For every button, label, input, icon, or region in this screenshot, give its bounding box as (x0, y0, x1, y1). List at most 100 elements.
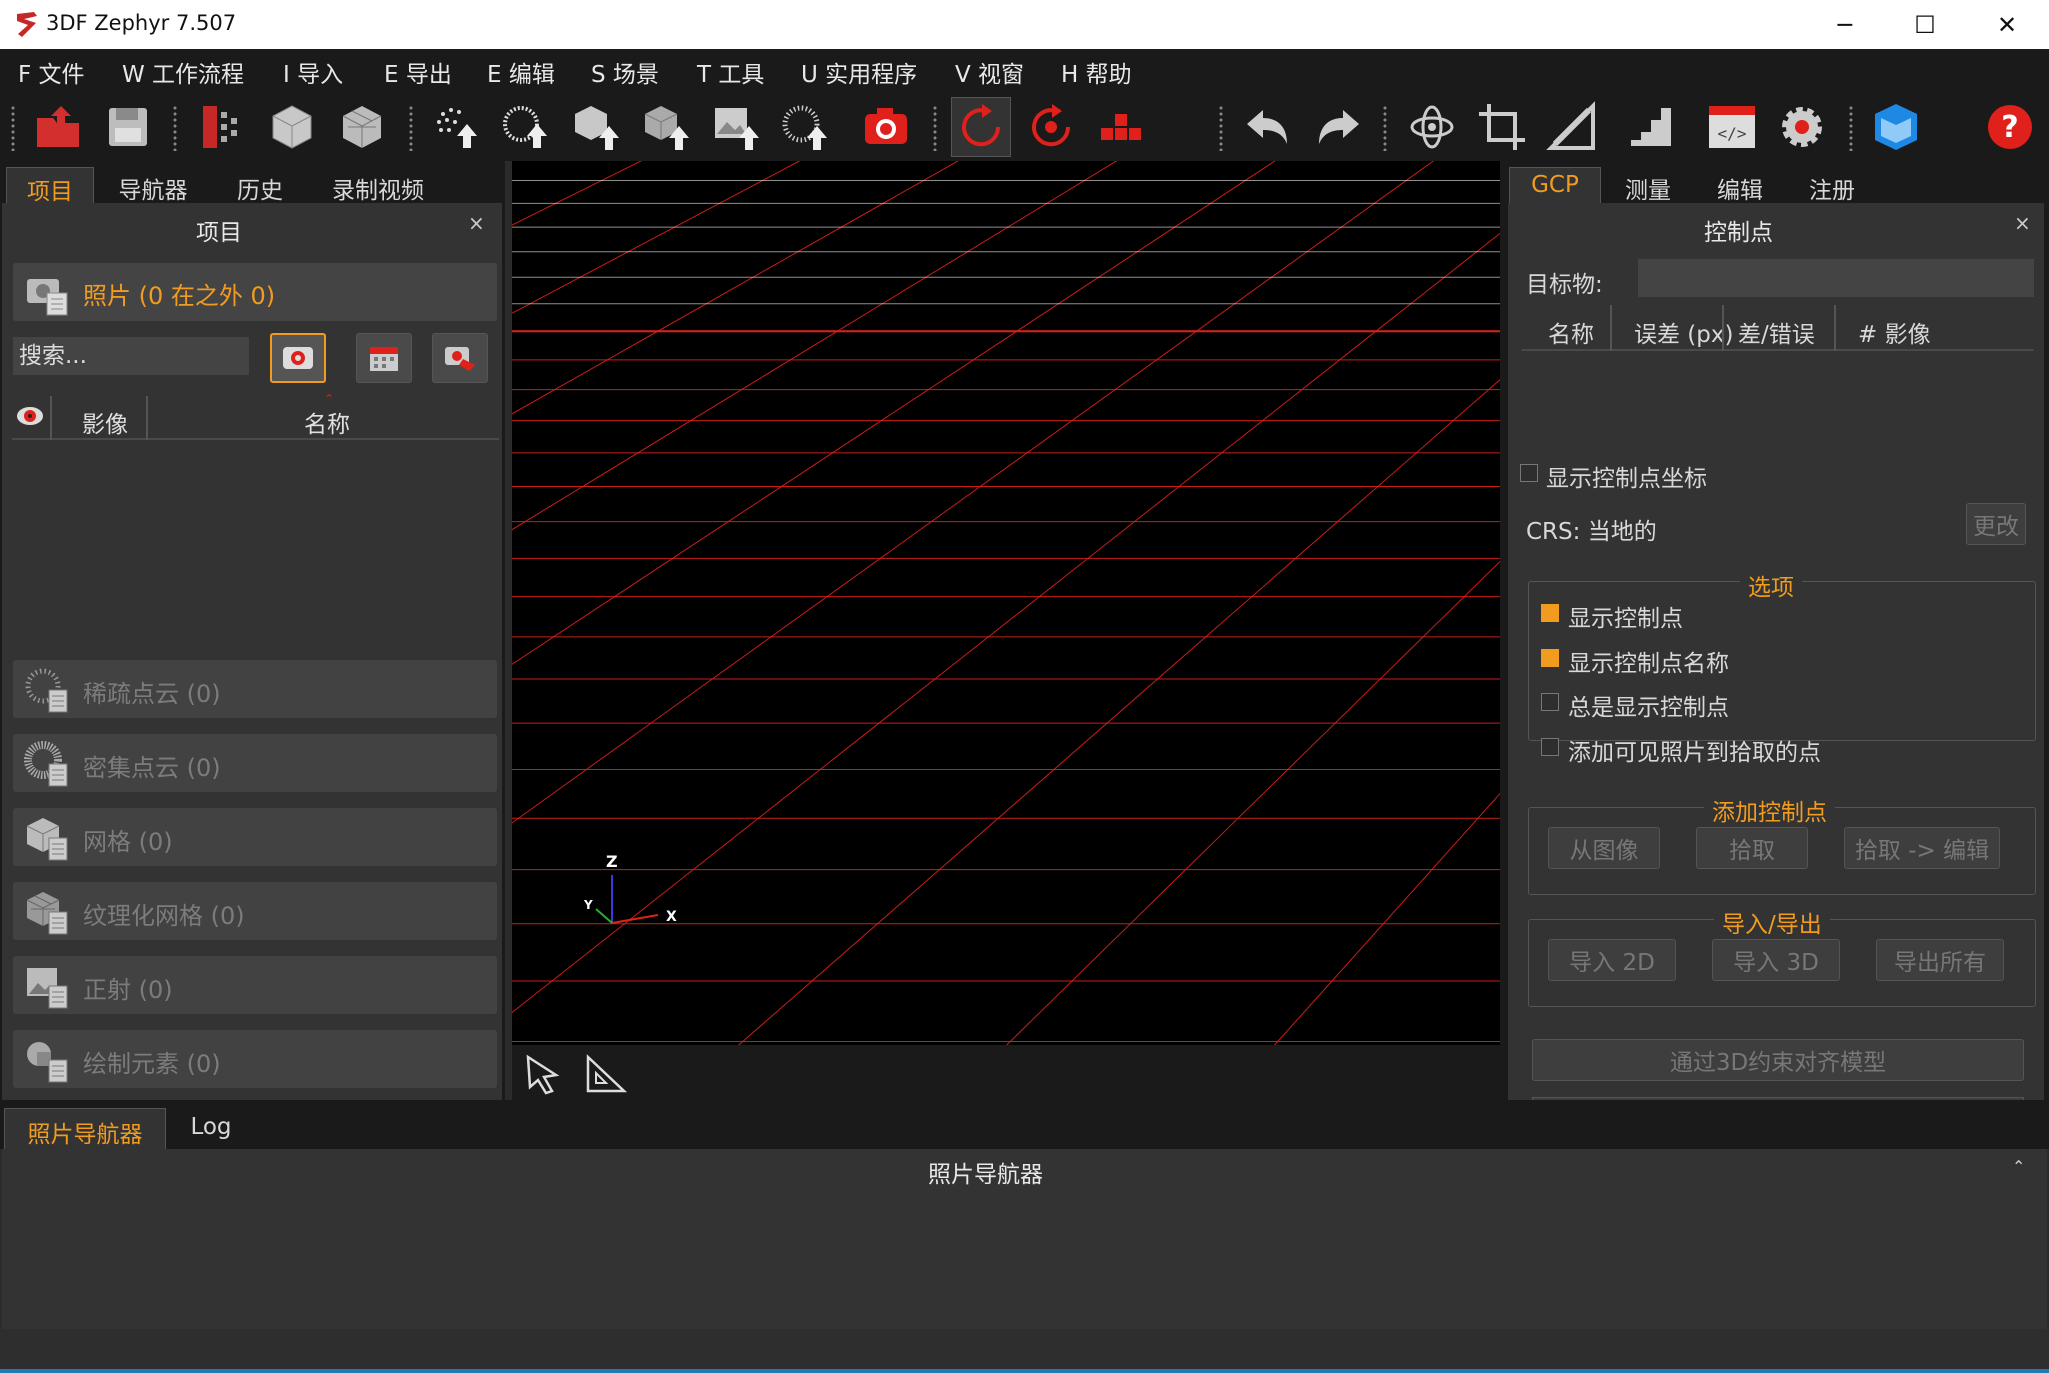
close-panel-button[interactable]: × (468, 211, 485, 235)
stairs-icon[interactable] (1622, 97, 1682, 157)
wasd-keys-icon[interactable] (1091, 97, 1151, 157)
set-square-icon[interactable] (584, 1053, 628, 1095)
tab-register[interactable]: 注册 (1804, 171, 1860, 205)
toolbar-grip[interactable] (10, 105, 16, 151)
column-error-px[interactable]: 误差 (px) (1634, 315, 1733, 349)
add-visible-photos-checkbox[interactable] (1541, 738, 1559, 756)
from-image-button[interactable]: 从图像 (1548, 827, 1660, 869)
column-image[interactable]: 影像 (82, 405, 128, 439)
tab-edit[interactable]: 编辑 (1712, 171, 1768, 205)
select-arrow-icon[interactable] (522, 1053, 566, 1095)
panel-title: 控制点 (1704, 220, 1773, 246)
orbit-icon[interactable] (1402, 97, 1462, 157)
tab-navigator[interactable]: 导航器 (108, 171, 198, 205)
script-editor-icon[interactable]: </> (1702, 97, 1762, 157)
mesh-cube-icon[interactable] (262, 97, 322, 157)
add-gcp-title: 添加控制点 (1704, 793, 1835, 827)
column-divider (1834, 305, 1836, 351)
menu-utilities[interactable]: U 实用程序 (801, 55, 917, 89)
eye-icon[interactable] (16, 404, 44, 428)
pick-button[interactable]: 拾取 (1696, 827, 1808, 869)
menu-export[interactable]: E 导出 (384, 55, 452, 89)
column-images[interactable]: # 影像 (1858, 315, 1931, 349)
menu-edit[interactable]: E 编辑 (487, 55, 555, 89)
tab-history[interactable]: 历史 (222, 171, 298, 205)
close-window-button[interactable]: ✕ (1967, 0, 2047, 49)
settings-icon[interactable] (1772, 97, 1832, 157)
tab-project[interactable]: 项目 (6, 167, 94, 205)
show-coords-checkbox[interactable] (1520, 464, 1538, 482)
dense-upload-icon[interactable] (496, 97, 556, 157)
search-input[interactable] (13, 337, 249, 375)
tab-measure[interactable]: 测量 (1620, 171, 1676, 205)
add-visible-photos-label: 添加可见照片到拾取的点 (1568, 740, 1821, 766)
column-name[interactable]: 名称 (304, 405, 350, 439)
column-name[interactable]: 名称 (1548, 315, 1594, 349)
save-icon[interactable] (98, 97, 158, 157)
sparse-upload-icon[interactable] (426, 97, 486, 157)
import-3d-button[interactable]: 导入 3D (1712, 939, 1840, 981)
mesh-item[interactable]: 网格 (0) (13, 808, 497, 866)
crop-icon[interactable] (1472, 97, 1532, 157)
textured-upload-icon[interactable] (636, 97, 696, 157)
rotate-icon[interactable] (951, 97, 1011, 157)
photos-section[interactable]: 照片 (0 在之外 0) (13, 263, 497, 321)
show-gcp-names-checkbox[interactable] (1541, 649, 1559, 667)
drawing-elements-item[interactable]: 绘制元素 (0) (13, 1030, 497, 1088)
orthophoto-item[interactable]: 正射 (0) (13, 956, 497, 1014)
point-upload-icon[interactable] (776, 97, 836, 157)
menu-view[interactable]: V 视窗 (955, 55, 1024, 89)
orthophoto-label: 正射 (0) (83, 976, 173, 1004)
sparse-cloud-icon (25, 668, 68, 713)
tab-photo-navigator[interactable]: 照片导航器 (4, 1108, 166, 1149)
textured-mesh-icon[interactable] (332, 97, 392, 157)
textured-mesh-item[interactable]: 纹理化网格 (0) (13, 882, 497, 940)
logo-icon[interactable] (1866, 97, 1926, 157)
menu-scene[interactable]: S 场景 (591, 55, 659, 89)
tab-log[interactable]: Log (180, 1114, 242, 1140)
toolbar-grip[interactable] (408, 105, 414, 151)
toolbar-grip[interactable] (932, 105, 938, 151)
menu-help[interactable]: H 帮助 (1061, 55, 1132, 89)
undo-icon[interactable] (1238, 97, 1298, 157)
menu-workflow[interactable]: W 工作流程 (122, 55, 244, 89)
show-gcp-checkbox[interactable] (1541, 604, 1559, 622)
pick-edit-button[interactable]: 拾取 -> 编辑 (1844, 827, 2000, 869)
menu-import[interactable]: I 导入 (283, 55, 343, 89)
always-show-gcp-checkbox[interactable] (1541, 693, 1559, 711)
filter-camera-button[interactable] (270, 333, 326, 383)
dense-cloud-item[interactable]: 密集点云 (0) (13, 734, 497, 792)
toolbar-grip[interactable] (172, 105, 178, 151)
tab-record-video[interactable]: 录制视频 (318, 171, 438, 205)
toolbar-grip[interactable] (1848, 105, 1854, 151)
menu-tools[interactable]: T 工具 (697, 55, 764, 89)
collapse-panel-button[interactable]: ⌃ (2012, 1157, 2025, 1176)
redo-icon[interactable] (1308, 97, 1368, 157)
target-input[interactable] (1638, 259, 2034, 297)
open-project-icon[interactable] (28, 97, 88, 157)
import-2d-button[interactable]: 导入 2D (1548, 939, 1676, 981)
help-icon[interactable]: ? (1980, 97, 2040, 157)
minimize-button[interactable]: ─ (1805, 0, 1885, 49)
close-panel-button[interactable]: × (2014, 211, 2031, 235)
camera-icon[interactable] (856, 97, 916, 157)
measure-ruler-icon[interactable] (1542, 97, 1602, 157)
tab-gcp[interactable]: GCP (1509, 167, 1601, 203)
record-icon[interactable] (1021, 97, 1081, 157)
column-error-ratio[interactable]: 差/错误 ( (1738, 315, 1824, 349)
export-all-button[interactable]: 导出所有 (1876, 939, 2004, 981)
filter-date-button[interactable] (356, 333, 412, 383)
toolbar-grip[interactable] (1382, 105, 1388, 151)
mesh-upload-icon[interactable] (566, 97, 626, 157)
workflow-icon[interactable] (192, 97, 252, 157)
menu-file[interactable]: F 文件 (18, 55, 85, 89)
sparse-cloud-item[interactable]: 稀疏点云 (0) (13, 660, 497, 718)
change-crs-button[interactable]: 更改 (1966, 503, 2026, 545)
options-title: 选项 (1740, 568, 1802, 602)
image-upload-icon[interactable] (706, 97, 766, 157)
toolbar-grip[interactable] (1218, 105, 1224, 151)
3d-viewport[interactable]: Z Y X (512, 161, 1500, 1045)
maximize-button[interactable]: ☐ (1885, 0, 1965, 49)
filter-tag-button[interactable] (432, 333, 488, 383)
align-3d-constraints-button[interactable]: 通过3D约束对齐模型 (1532, 1039, 2024, 1081)
